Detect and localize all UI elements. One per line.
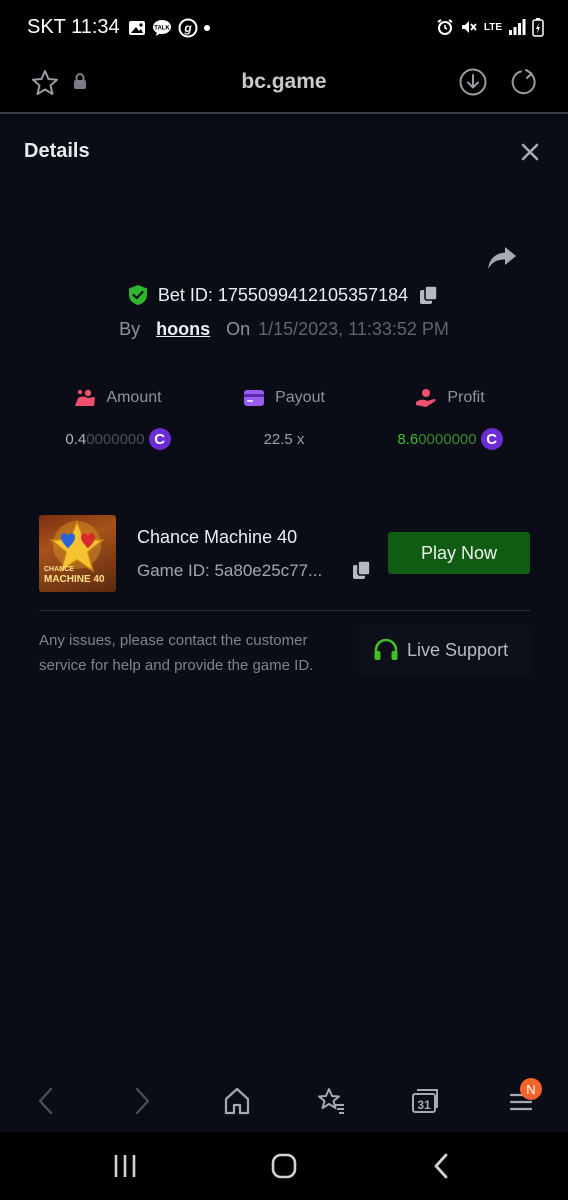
back-icon[interactable] — [34, 1084, 58, 1118]
thumb-text-machine: MACHINE 40 — [44, 574, 105, 585]
battery-icon — [532, 18, 544, 37]
download-icon[interactable] — [458, 67, 488, 97]
browser-navbar: 31 N — [0, 1070, 568, 1132]
bookmarks-icon[interactable] — [316, 1084, 346, 1118]
home-button-icon[interactable] — [270, 1152, 298, 1180]
stat-payout: Payout 22.5 x — [201, 386, 367, 476]
bet-id-row: Bet ID: 1755099412105357184 — [0, 284, 568, 306]
coin-icon: C — [480, 428, 503, 450]
payout-value: 22.5 x — [201, 426, 367, 452]
profit-value-main: 8.6 — [397, 430, 419, 448]
svg-text:TALK: TALK — [154, 26, 170, 32]
live-support-label: Live Support — [407, 639, 509, 660]
bet-id-text: Bet ID: 1755099412105357184 — [157, 284, 409, 305]
amount-label: Amount — [106, 389, 162, 406]
status-bar: SKT 11:34 TALK g LTE — [0, 0, 568, 56]
share-icon[interactable] — [486, 244, 518, 272]
system-navbar — [0, 1132, 568, 1200]
menu-badge: N — [520, 1078, 542, 1100]
verified-shield-icon — [128, 285, 147, 305]
payout-card-icon — [244, 390, 265, 406]
reload-icon[interactable] — [509, 67, 539, 97]
amount-value-main: 0.4 — [65, 430, 87, 448]
talk-icon: TALK — [153, 20, 171, 36]
more-notifications-dot — [204, 25, 210, 31]
signal-icon — [509, 19, 526, 35]
headset-icon — [374, 638, 398, 660]
copy-game-id-icon[interactable] — [351, 559, 373, 581]
play-now-button[interactable]: Play Now — [388, 532, 530, 574]
thumb-text-chance: CHANCE — [44, 566, 74, 573]
tabs-button[interactable]: 31 — [410, 1084, 440, 1118]
alarm-icon — [437, 19, 453, 35]
coin-icon: C — [148, 428, 171, 450]
game-thumbnail[interactable]: CHANCE MACHINE 40 — [39, 515, 116, 592]
game-id: Game ID: 5a80e25c77... — [137, 561, 323, 580]
help-text: Any issues, please contact the customer … — [39, 632, 314, 674]
amount-value: 0.40000000 C — [35, 426, 201, 452]
bet-stats: Amount 0.40000000 C Payout 22.5 x Profit… — [35, 386, 533, 476]
game-row: CHANCE MACHINE 40 Chance Machine 40 Game… — [39, 515, 530, 592]
system-status-icons: LTE — [436, 17, 544, 37]
amount-icon — [75, 389, 96, 406]
payout-value-text: 22.5 x — [263, 430, 305, 448]
divider — [39, 610, 530, 611]
forward-icon[interactable] — [130, 1084, 154, 1118]
game-name[interactable]: Chance Machine 40 — [137, 527, 297, 548]
recent-apps-icon[interactable] — [112, 1152, 138, 1180]
notification-icons: TALK g — [128, 18, 210, 38]
home-icon[interactable] — [223, 1084, 251, 1118]
network-type: LTE — [483, 21, 502, 33]
bet-datetime: 1/15/2023, 11:33:52 PM — [258, 319, 449, 339]
payout-label: Payout — [275, 389, 325, 406]
live-support-button[interactable]: Live Support — [359, 624, 530, 676]
sheet-title: Details — [24, 140, 90, 162]
username-link[interactable]: hoons — [156, 319, 210, 340]
browser-toolbar: bc.game — [0, 56, 568, 112]
close-icon[interactable] — [518, 140, 542, 164]
carrier-time: SKT 11:34 — [27, 16, 120, 38]
by-label: By — [119, 319, 141, 339]
stat-profit: Profit 8.60000000 C — [367, 386, 533, 476]
mute-icon — [461, 21, 477, 33]
system-back-icon[interactable] — [430, 1152, 454, 1180]
profit-icon — [416, 389, 436, 407]
tabs-count: 31 — [417, 1098, 431, 1112]
details-sheet: Details Bet ID: 1755099412105357184 By h… — [0, 114, 568, 1070]
on-label: On — [226, 319, 251, 339]
gallery-icon — [129, 21, 145, 35]
profit-label: Profit — [447, 389, 485, 406]
bet-author-row: By hoons On 1/15/2023, 11:33:52 PM — [0, 319, 568, 340]
g-app-icon: g — [178, 18, 198, 38]
amount-value-faint: 0000000 — [86, 430, 145, 448]
stat-amount: Amount 0.40000000 C — [35, 386, 201, 476]
copy-bet-id-icon[interactable] — [418, 284, 440, 306]
profit-value: 8.60000000 C — [367, 426, 533, 452]
profit-value-faint: 0000000 — [418, 430, 477, 448]
svg-text:g: g — [183, 21, 192, 35]
